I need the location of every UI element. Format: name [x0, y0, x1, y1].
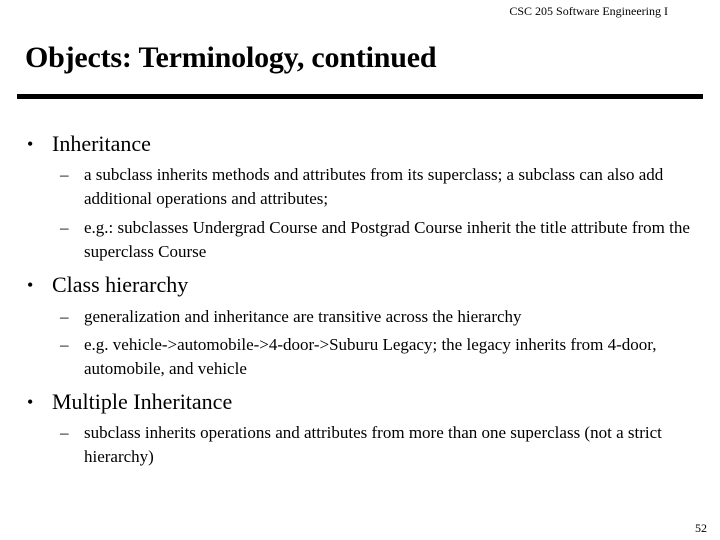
bullet-label: Class hierarchy — [52, 272, 189, 297]
bullet-icon: • — [27, 134, 34, 154]
course-header: CSC 205 Software Engineering I — [509, 4, 668, 18]
sub-bullet-text: generalization and inheritance are trans… — [84, 307, 522, 326]
slide-title: Objects: Terminology, continued — [25, 41, 437, 74]
dash-icon: – — [60, 335, 69, 354]
bullet-icon: • — [27, 392, 34, 412]
sub-bullet-text: e.g.: subclasses Undergrad Course and Po… — [84, 218, 690, 261]
sub-bullet-text: subclass inherits operations and attribu… — [84, 423, 662, 466]
dash-icon: – — [60, 423, 69, 442]
bullet-label: Multiple Inheritance — [52, 389, 233, 414]
title-divider — [17, 94, 703, 99]
bullet-icon: • — [27, 275, 34, 295]
dash-icon: – — [60, 218, 69, 237]
dash-icon: – — [60, 307, 69, 326]
sub-bullet-text: e.g. vehicle->automobile->4-door->Suburu… — [84, 335, 657, 378]
bullet-label: Inheritance — [52, 131, 151, 156]
dash-icon: – — [60, 165, 69, 184]
page-number: 52 — [695, 521, 707, 535]
sub-bullet-text: a subclass inherits methods and attribut… — [84, 165, 664, 208]
